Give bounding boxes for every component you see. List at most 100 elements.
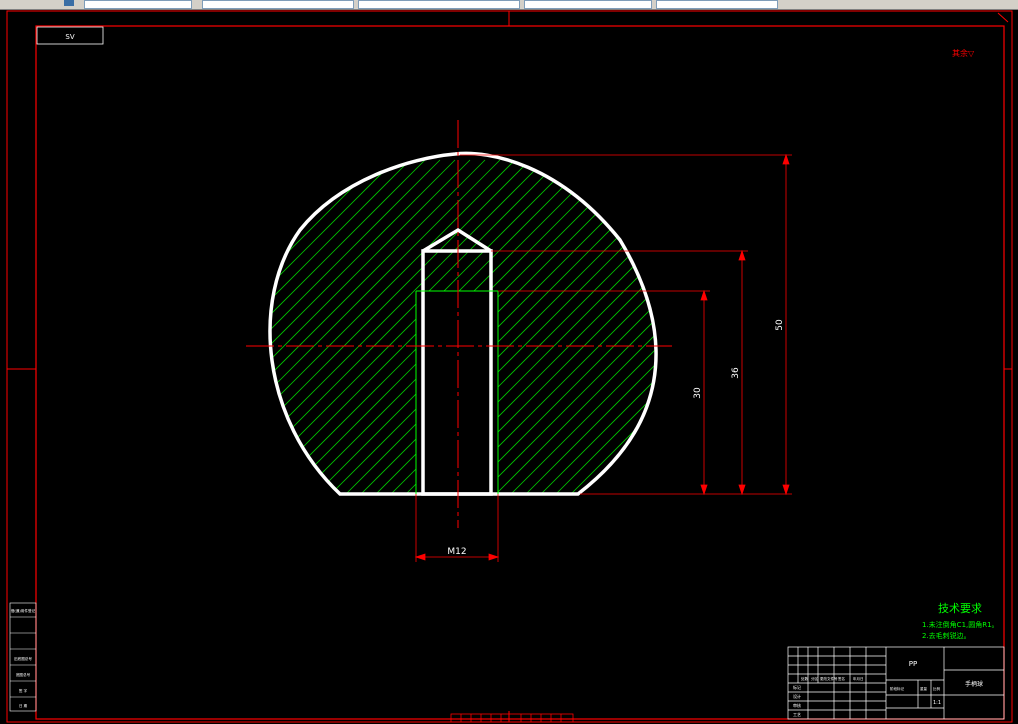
section-hatching [0,159,1018,560]
hatch-line [0,160,200,560]
row-label-mark: 标记 [793,684,801,690]
row-label-process: 工艺 [793,712,801,717]
hatch-line [579,159,657,494]
left-strip-label: 旧底图总号 [14,656,32,661]
cad-drawing-canvas[interactable]: ЅV 其余▽ 50 36 30 M12 技术要求 1.未注倒角C1,圆角R1。 … [0,9,1018,724]
hatch-line [715,160,1018,560]
hatch-line [414,159,657,494]
hatch-line [0,160,155,560]
hatch-line [270,159,531,494]
hatch-line [534,159,657,494]
hatch-line [270,159,621,494]
toolbar-field-1[interactable] [84,0,192,9]
tech-requirements: 技术要求 1.未注倒角C1,圆角R1。 2.去毛刺锐边。 [922,602,999,640]
hatch-line [0,160,125,560]
dim-hole-depth: 36 [731,367,741,379]
scale-value: 1:1 [933,700,941,706]
hatch-line [0,160,80,560]
left-strip-label: 借(通)用件登记 [11,608,36,613]
stage-label: 阶段标记 [890,686,904,691]
corner-label-box: ЅV [36,26,104,45]
hatch-line [270,159,546,494]
corner-label: ЅV [65,33,74,41]
hatch-line [0,160,65,560]
hatch-line [444,159,657,494]
header-label: 年月日 [853,676,864,681]
hatch-line [670,160,1018,560]
roughness-note: 其余▽ [952,48,975,58]
material-label: PP [909,660,917,668]
toolbar-field-3[interactable] [358,0,520,9]
hatch-line [270,159,471,494]
hatch-line [384,159,657,494]
hatch-line [639,159,657,494]
hatch-line [279,159,657,494]
hatch-line [564,159,657,494]
hatch-line [270,159,441,494]
title-block-text: PP 手柄球 1:1 标记 设计 审核 工艺 处数 分区 更改文件号 签名 年月… [793,660,983,717]
app-icon[interactable] [64,0,74,6]
hatch-line [700,160,1018,560]
left-strip-labels: 借(通)用件登记 旧底图总号 底图总号 签 字 日 期 [11,608,36,708]
hatch-line [0,160,215,560]
drawing-frame [6,10,1013,723]
part-outline [268,151,658,496]
header-label: 签名 [838,676,845,681]
hatch-line [270,159,501,494]
hatch-line [270,159,456,494]
hatch-line [0,160,110,560]
toolbar-field-5[interactable] [656,0,778,9]
dim-thread-depth: 30 [693,387,703,399]
hatch-line [0,160,245,560]
header-label: 分区 [811,676,819,681]
header-label: 处数 [801,676,809,681]
hatch-line [270,159,306,494]
hatch-line [0,160,260,560]
thread-lines [415,290,499,494]
left-strip-label: 日 期 [19,703,28,708]
hatch-line [270,159,606,494]
hatch-line [270,159,426,494]
dim-overall-height: 50 [775,319,785,331]
hatch-line [474,159,657,494]
hatch-line [270,159,591,494]
dimension-lines [414,153,792,562]
row-label-review: 审核 [793,702,801,708]
hatch-line [0,160,140,560]
hatch-line [624,159,657,494]
tech-req-item-2: 2.去毛刺锐边。 [922,631,971,640]
hatch-line [270,159,351,494]
hatch-line [549,159,657,494]
bottom-centre-marker [450,713,574,723]
hatch-line [270,159,411,494]
hatch-line [324,159,657,494]
tech-req-item-1: 1.未注倒角C1,圆角R1。 [922,620,999,629]
hatch-line [294,159,657,494]
left-strip-label: 签 字 [19,688,28,693]
hatch-line [369,159,657,494]
hatch-line [459,159,657,494]
header-label: 更改文件号 [820,676,838,681]
hatch-line [504,159,657,494]
hatch-line [685,160,1018,560]
hatch-line [489,159,657,494]
hatch-line [519,159,657,494]
tech-req-title: 技术要求 [938,602,982,615]
hatch-line [339,159,657,494]
hatch-line [399,159,657,494]
hatch-line [270,159,576,494]
hatch-line [270,159,561,494]
hatch-line [270,159,291,494]
toolbar-field-4[interactable] [524,0,652,9]
toolbar-field-2[interactable] [202,0,354,9]
hatch-line [354,159,657,494]
hatch-line [0,160,230,560]
hatch-line [270,159,396,494]
hatch-line [270,159,636,494]
stage-label: 比例 [933,686,941,691]
hatch-line [0,160,170,560]
hatch-line [654,159,657,494]
hatch-line [730,160,1018,560]
hatch-line [270,159,516,494]
hatch-line [270,159,657,494]
